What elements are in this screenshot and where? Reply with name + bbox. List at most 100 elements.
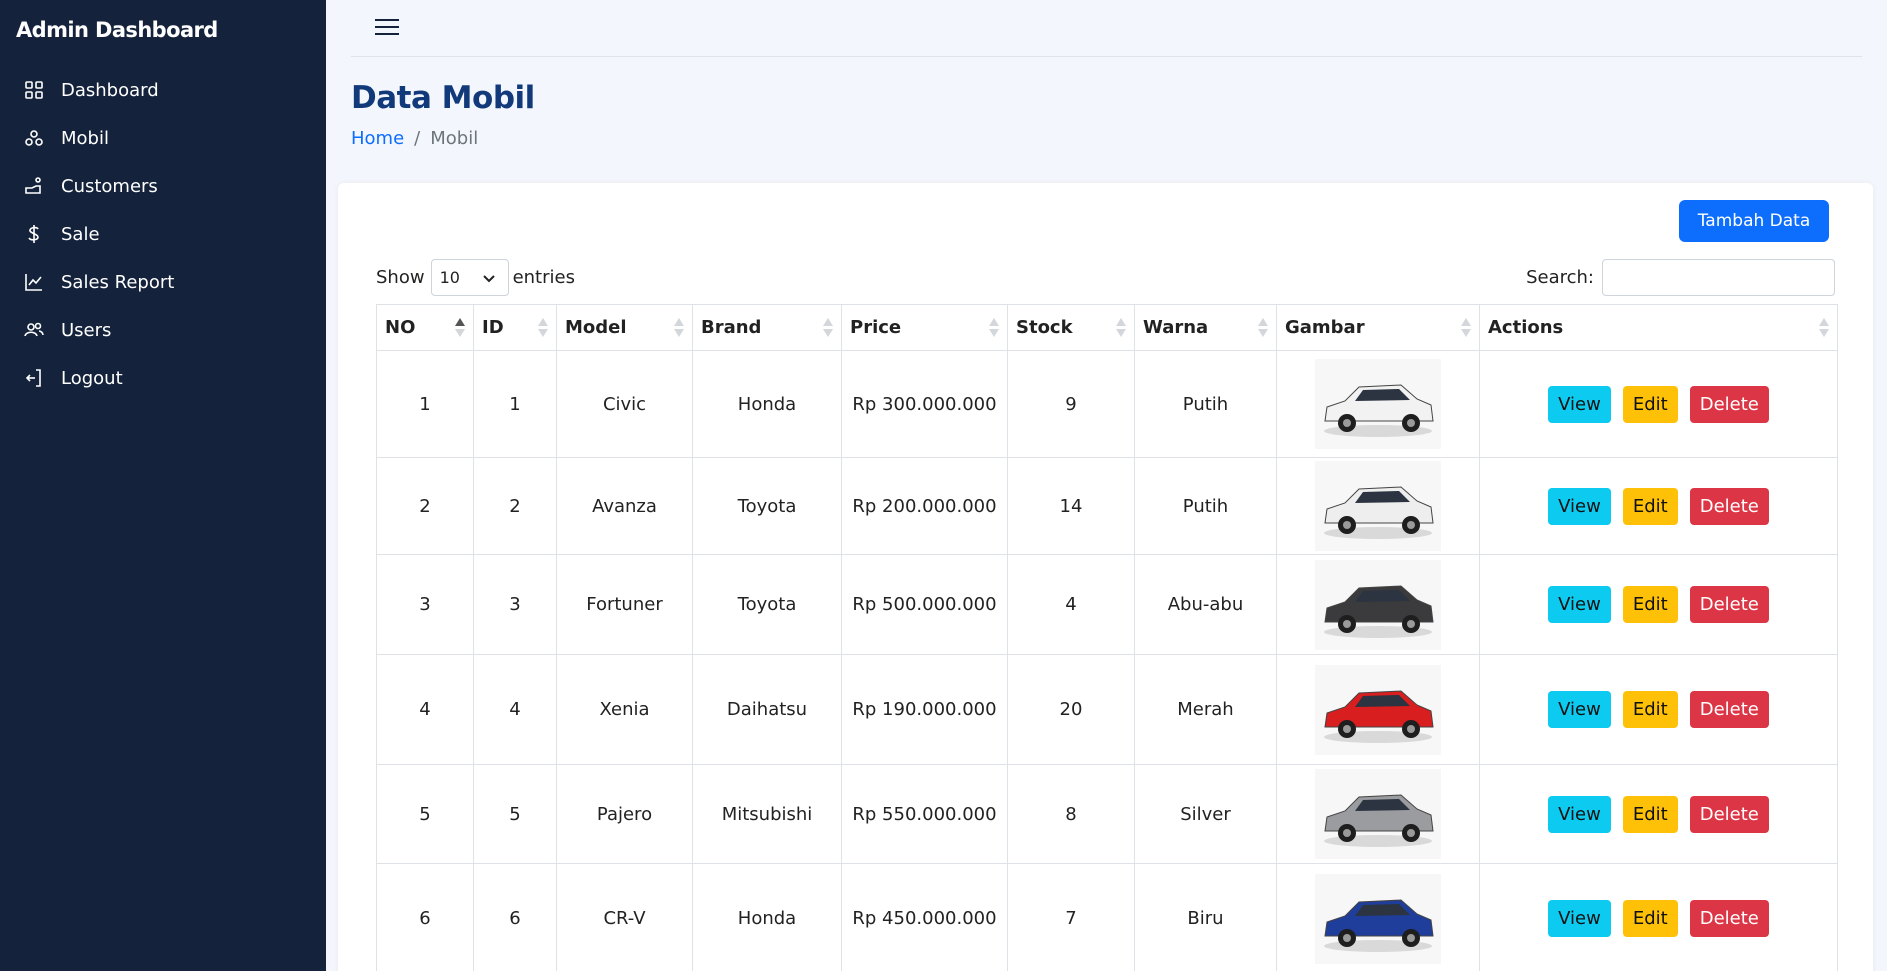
cell-id: 6 (473, 863, 557, 971)
edit-button[interactable]: Edit (1622, 900, 1678, 937)
view-button[interactable]: View (1548, 586, 1611, 623)
chart-icon (24, 272, 44, 292)
cell-brand: Mitsubishi (692, 764, 842, 864)
delete-button[interactable]: Delete (1689, 487, 1769, 525)
cell-gambar (1276, 863, 1480, 971)
sidebar-item-label: Logout (61, 367, 123, 389)
cell-brand: Honda (692, 350, 842, 458)
entries-length-control: Show 10 entries (376, 259, 575, 296)
sidebar-item-mobil[interactable]: Mobil (0, 114, 326, 162)
delete-button[interactable]: Delete (1689, 795, 1769, 833)
cell-actions: View Edit Delete (1479, 554, 1838, 655)
column-header-actions[interactable]: Actions (1479, 304, 1838, 351)
column-header-id[interactable]: ID (473, 304, 557, 351)
cell-actions: View Edit Delete (1479, 457, 1838, 555)
sidebar-item-label: Sale (61, 223, 100, 245)
sidebar-item-label: Users (61, 319, 112, 341)
sidebar-nav: Dashboard Mobil Customers Sale Sales Rep… (0, 66, 326, 402)
view-button[interactable]: View (1548, 900, 1611, 937)
cell-stock: 8 (1007, 764, 1135, 864)
entries-select-value: 10 (439, 268, 460, 287)
delete-button[interactable]: Delete (1689, 586, 1769, 623)
cell-gambar (1276, 764, 1480, 864)
breadcrumb-home-link[interactable]: Home (351, 128, 404, 149)
cell-no: 2 (376, 457, 474, 555)
users-icon (24, 320, 44, 340)
cell-model: Civic (556, 350, 693, 458)
car-image (1315, 359, 1441, 449)
edit-button[interactable]: Edit (1622, 385, 1678, 423)
cell-gambar (1276, 554, 1480, 655)
cell-price: Rp 450.000.000 (841, 863, 1008, 971)
cars-table: NO ID Model Brand Price Stock Warna Gamb… (376, 304, 1838, 971)
breadcrumb-current: Mobil (430, 128, 479, 149)
edit-button[interactable]: Edit (1622, 795, 1678, 833)
cell-id: 3 (473, 554, 557, 655)
search-input[interactable] (1602, 259, 1835, 296)
column-header-brand[interactable]: Brand (692, 304, 842, 351)
column-header-stock[interactable]: Stock (1007, 304, 1135, 351)
sort-icon (989, 318, 999, 338)
sidebar-item-logout[interactable]: Logout (0, 354, 326, 402)
edit-button[interactable]: Edit (1622, 487, 1678, 525)
column-header-gambar[interactable]: Gambar (1276, 304, 1480, 351)
sidebar-item-customers[interactable]: Customers (0, 162, 326, 210)
table-header-row: NO ID Model Brand Price Stock Warna Gamb… (376, 304, 1838, 351)
column-header-warna[interactable]: Warna (1134, 304, 1277, 351)
sidebar-item-label: Customers (61, 175, 158, 197)
sidebar-item-users[interactable]: Users (0, 306, 326, 354)
cell-brand: Toyota (692, 554, 842, 655)
view-button[interactable]: View (1548, 385, 1611, 423)
cell-actions: View Edit Delete (1479, 654, 1838, 765)
breadcrumb: Home / Mobil (351, 128, 478, 149)
brand-title[interactable]: Admin Dashboard (16, 18, 218, 42)
cell-stock: 9 (1007, 350, 1135, 458)
sidebar-item-label: Mobil (61, 127, 109, 149)
logout-icon (24, 368, 44, 388)
edit-button[interactable]: Edit (1622, 586, 1678, 623)
add-data-button[interactable]: Tambah Data (1679, 200, 1829, 242)
sidebar-item-label: Sales Report (61, 271, 175, 293)
column-header-price[interactable]: Price (841, 304, 1008, 351)
cell-price: Rp 200.000.000 (841, 457, 1008, 555)
cell-price: Rp 190.000.000 (841, 654, 1008, 765)
delete-button[interactable]: Delete (1689, 900, 1769, 937)
view-button[interactable]: View (1548, 487, 1611, 525)
cell-price: Rp 500.000.000 (841, 554, 1008, 655)
delete-button[interactable]: Delete (1689, 691, 1769, 728)
sidebar-item-sales-report[interactable]: Sales Report (0, 258, 326, 306)
cell-gambar (1276, 350, 1480, 458)
sort-icon (674, 318, 684, 338)
table-row: 6 6 CR-V Honda Rp 450.000.000 7 Biru Vie… (376, 863, 1838, 971)
edit-button[interactable]: Edit (1622, 691, 1678, 728)
entries-select[interactable]: 10 (430, 259, 509, 296)
cell-no: 3 (376, 554, 474, 655)
cell-gambar (1276, 654, 1480, 765)
sidebar-item-label: Dashboard (61, 79, 159, 101)
column-header-label: NO (385, 317, 416, 338)
view-button[interactable]: View (1548, 795, 1611, 833)
cell-no: 1 (376, 350, 474, 458)
sort-icon (1819, 318, 1829, 338)
column-header-no[interactable]: NO (376, 304, 474, 351)
cell-gambar (1276, 457, 1480, 555)
cell-warna: Merah (1134, 654, 1277, 765)
cell-actions: View Edit Delete (1479, 764, 1838, 864)
delete-button[interactable]: Delete (1689, 385, 1769, 423)
cell-no: 5 (376, 764, 474, 864)
car-image (1315, 873, 1441, 964)
column-header-model[interactable]: Model (556, 304, 693, 351)
view-button[interactable]: View (1548, 691, 1611, 728)
sidebar: Admin Dashboard Dashboard Mobil Customer… (0, 0, 326, 971)
hamburger-menu-icon[interactable] (372, 12, 402, 42)
show-label: Show (376, 267, 425, 288)
column-header-label: Brand (701, 317, 762, 338)
cell-model: Xenia (556, 654, 693, 765)
cell-actions: View Edit Delete (1479, 863, 1838, 971)
table-row: 1 1 Civic Honda Rp 300.000.000 9 Putih V… (376, 350, 1838, 458)
cell-warna: Abu-abu (1134, 554, 1277, 655)
sidebar-item-sale[interactable]: Sale (0, 210, 326, 258)
sidebar-item-dashboard[interactable]: Dashboard (0, 66, 326, 114)
sort-icon (1461, 318, 1471, 338)
car-image (1315, 559, 1441, 650)
